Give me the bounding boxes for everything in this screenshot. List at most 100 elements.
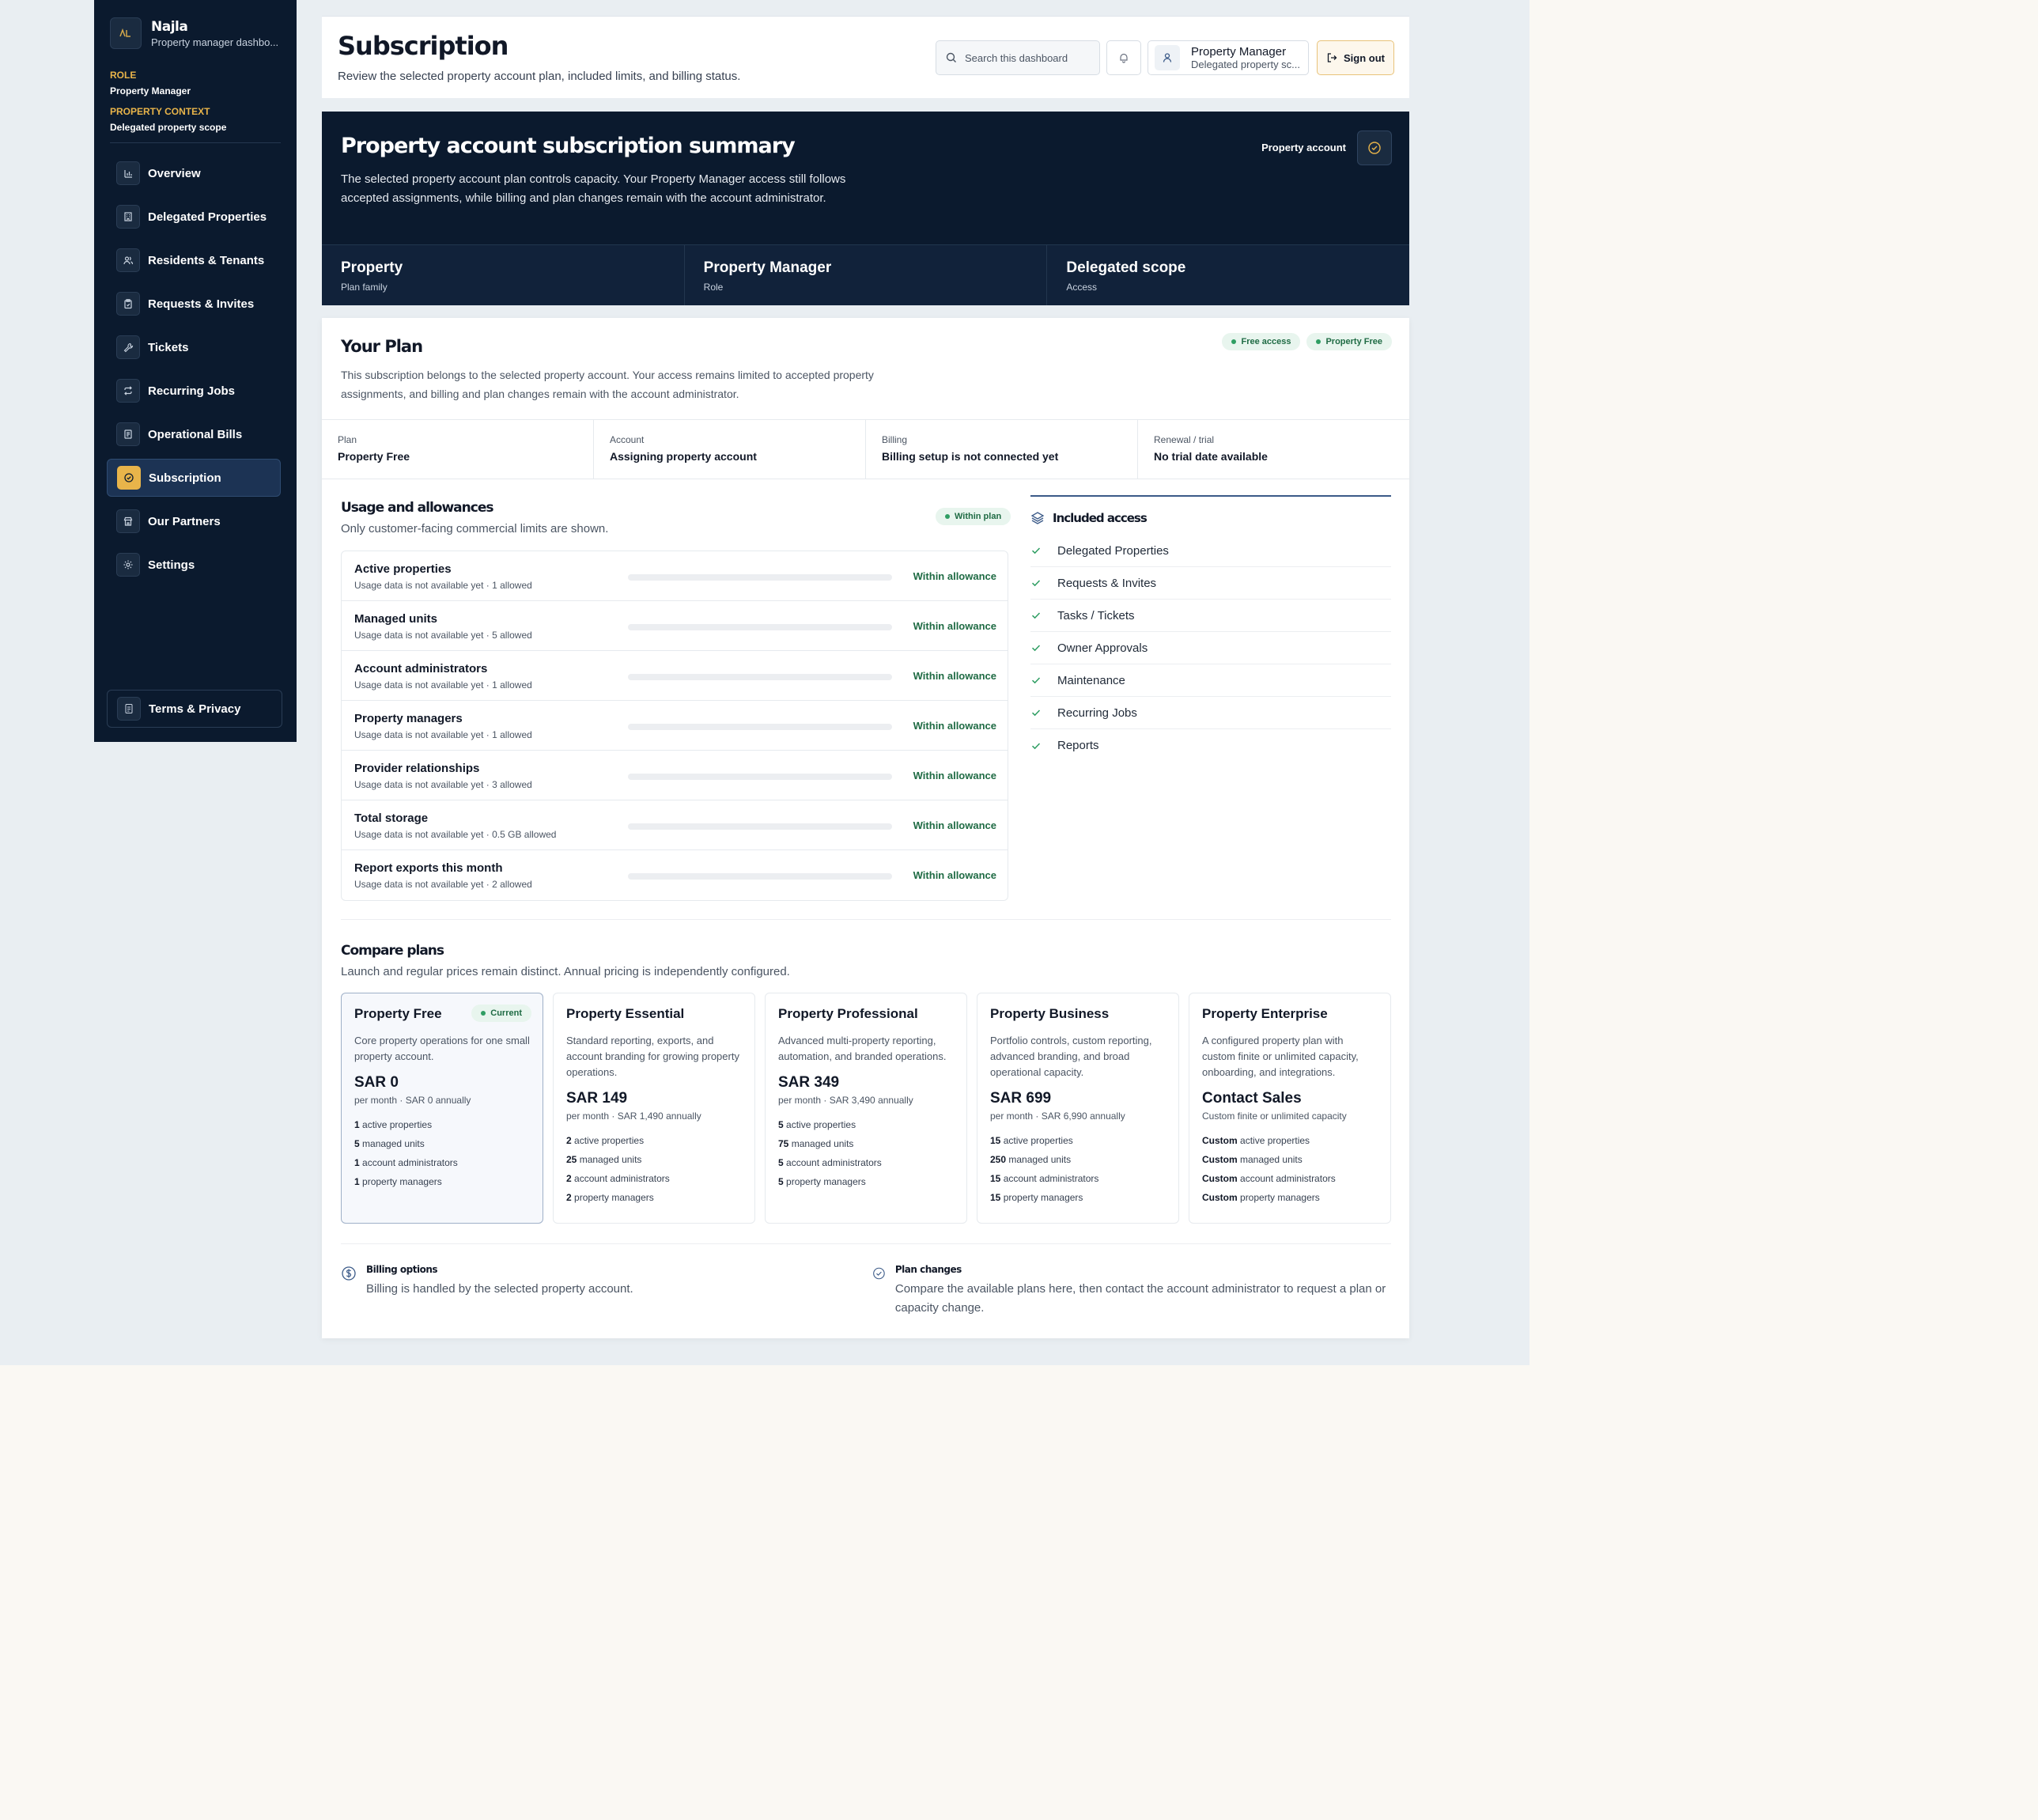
usage-name: Total storage bbox=[354, 812, 429, 825]
chart-icon bbox=[116, 161, 140, 185]
sidebar-item-residents-tenants[interactable]: Residents & Tenants bbox=[107, 241, 281, 279]
limit-quantity: 25 bbox=[566, 1154, 577, 1165]
najla-logo bbox=[110, 17, 142, 49]
subscription-summary: Property account subscription summary Th… bbox=[322, 112, 1410, 305]
property-context-label: PROPERTY CONTEXT bbox=[110, 106, 210, 117]
brand[interactable]: Najla Property manager dashbo... bbox=[110, 17, 285, 49]
sidebar-item-operational-bills[interactable]: Operational Bills bbox=[107, 415, 281, 453]
usage-status: Within allowance bbox=[913, 670, 996, 682]
sidebar: Najla Property manager dashbo... ROLE Pr… bbox=[94, 0, 297, 742]
plan-card-price: SAR 149 bbox=[566, 1090, 628, 1107]
terms-label: Terms & Privacy bbox=[149, 702, 241, 716]
sidebar-item-recurring-jobs[interactable]: Recurring Jobs bbox=[107, 372, 281, 410]
usage-detail: Usage data is not available yet · 1 allo… bbox=[354, 679, 532, 691]
sidebar-item-overview[interactable]: Overview bbox=[107, 154, 281, 192]
usage-detail: Usage data is not available yet · 1 allo… bbox=[354, 580, 532, 591]
page-header: Subscription Review the selected propert… bbox=[322, 16, 1409, 98]
sidebar-item-label: Recurring Jobs bbox=[148, 384, 236, 398]
plan-name-badge: Property Free bbox=[1306, 333, 1392, 350]
fact-label: Renewal / trial bbox=[1154, 434, 1215, 445]
badge-label: Current bbox=[490, 1008, 522, 1018]
limit-label: active properties bbox=[574, 1135, 645, 1146]
summary-cell-plan-family: Property Plan family bbox=[322, 245, 685, 305]
avatar bbox=[1155, 45, 1180, 70]
included-access-label: Owner Approvals bbox=[1057, 641, 1148, 655]
sidebar-item-settings[interactable]: Settings bbox=[107, 546, 281, 584]
user-icon bbox=[1163, 53, 1172, 62]
plan-card-property-business[interactable]: Property Business Portfolio controls, cus… bbox=[977, 993, 1179, 1224]
included-access-label: Recurring Jobs bbox=[1057, 706, 1137, 720]
included-access-list: Delegated Properties Requests & Invites Ta… bbox=[1030, 535, 1391, 762]
check-icon bbox=[1030, 740, 1049, 751]
usage-detail: Usage data is not available yet · 3 allo… bbox=[354, 779, 532, 790]
section-divider bbox=[341, 1243, 1391, 1244]
fact-value: Property Free bbox=[338, 450, 410, 463]
included-access-label: Requests & Invites bbox=[1057, 576, 1157, 590]
limit-label: managed units bbox=[1240, 1154, 1303, 1165]
check-icon bbox=[1030, 707, 1049, 718]
document-icon bbox=[117, 697, 141, 721]
plan-card-limit: 75 managed units bbox=[778, 1134, 954, 1153]
plan-card-name: Property Professional bbox=[778, 1006, 918, 1021]
store-icon bbox=[116, 509, 140, 533]
plan-card-description: Advanced multi-property reporting, autom… bbox=[778, 1035, 947, 1062]
usage-row: Active properties Usage data is not avail… bbox=[342, 551, 1008, 601]
plan-card-limit: Custom account administrators bbox=[1202, 1169, 1378, 1188]
user-menu[interactable]: Property Manager Delegated property sc..… bbox=[1148, 40, 1309, 75]
included-access-item: Delegated Properties bbox=[1030, 535, 1391, 567]
sign-out-button[interactable]: Sign out bbox=[1317, 40, 1394, 75]
fact-value: No trial date available bbox=[1154, 450, 1268, 463]
property-context-value: Delegated property scope bbox=[110, 122, 227, 133]
billing-options-title: Billing options bbox=[366, 1264, 438, 1275]
usage-row: Provider relationships Usage data is not … bbox=[342, 751, 1008, 800]
sidebar-item-label: Delegated Properties bbox=[148, 210, 267, 224]
summary-cell-role: Property Manager Role bbox=[684, 245, 1048, 305]
usage-status: Within allowance bbox=[913, 570, 996, 582]
usage-progress-bar bbox=[628, 724, 892, 730]
clipboard-icon bbox=[116, 292, 140, 316]
usage-subtitle: Only customer-facing commercial limits a… bbox=[341, 522, 609, 535]
limit-label: active properties bbox=[1003, 1135, 1073, 1146]
plan-card-limits: Custom active properties Custom managed u… bbox=[1202, 1131, 1378, 1207]
receipt-icon bbox=[116, 422, 140, 446]
plan-card-property-enterprise[interactable]: Property Enterprise A configured property… bbox=[1189, 993, 1391, 1224]
check-icon bbox=[1030, 545, 1049, 556]
plan-card-name: Property Enterprise bbox=[1202, 1006, 1328, 1021]
plan-card-limits: 2 active properties 25 managed units 2 acc… bbox=[566, 1131, 742, 1207]
plan-card-property-professional[interactable]: Property Professional Advanced multi-prop… bbox=[765, 993, 967, 1224]
included-access-label: Reports bbox=[1057, 739, 1099, 752]
limit-quantity: Custom bbox=[1202, 1135, 1238, 1146]
sidebar-item-our-partners[interactable]: Our Partners bbox=[107, 502, 281, 540]
usage-progress-bar bbox=[628, 873, 892, 880]
usage-row: Total storage Usage data is not available… bbox=[342, 800, 1008, 850]
fact-billing: Billing Billing setup is not connected y… bbox=[866, 420, 1138, 479]
usage-name: Managed units bbox=[354, 612, 438, 626]
terms-privacy-link[interactable]: Terms & Privacy bbox=[107, 690, 282, 728]
limit-quantity: 1 bbox=[354, 1119, 360, 1130]
account-status-badge bbox=[1357, 131, 1392, 165]
search-placeholder: Search this dashboard bbox=[965, 51, 1068, 64]
usage-progress-bar bbox=[628, 674, 892, 680]
limit-quantity: 1 bbox=[354, 1157, 360, 1168]
plan-card-limit: 25 managed units bbox=[566, 1150, 742, 1169]
usage-progress-bar bbox=[628, 823, 892, 830]
fact-renewal: Renewal / trial No trial date available bbox=[1138, 420, 1409, 479]
notifications-button[interactable] bbox=[1106, 40, 1141, 75]
fact-label: Billing bbox=[882, 434, 908, 445]
search-icon bbox=[946, 52, 956, 62]
sidebar-item-tickets[interactable]: Tickets bbox=[107, 328, 281, 366]
summary-cell-value: Property bbox=[341, 259, 403, 276]
plan-card-period: Custom finite or unlimited capacity bbox=[1202, 1111, 1347, 1122]
sidebar-item-delegated-properties[interactable]: Delegated Properties bbox=[107, 198, 281, 236]
plan-card-property-essential[interactable]: Property Essential Standard reporting, ex… bbox=[553, 993, 755, 1224]
sidebar-item-subscription[interactable]: Subscription bbox=[107, 459, 281, 497]
sidebar-item-label: Requests & Invites bbox=[148, 297, 255, 311]
usage-status: Within allowance bbox=[913, 819, 996, 831]
sidebar-item-requests-invites[interactable]: Requests & Invites bbox=[107, 285, 281, 323]
plan-card-limit: 250 managed units bbox=[990, 1150, 1166, 1169]
plan-card-property-free[interactable]: Property Free Current Core property operat… bbox=[341, 993, 543, 1224]
limit-label: account administrators bbox=[1240, 1173, 1336, 1184]
limit-label: account administrators bbox=[362, 1157, 458, 1168]
search-input[interactable]: Search this dashboard bbox=[936, 40, 1100, 75]
usage-detail: Usage data is not available yet · 1 allo… bbox=[354, 729, 532, 740]
